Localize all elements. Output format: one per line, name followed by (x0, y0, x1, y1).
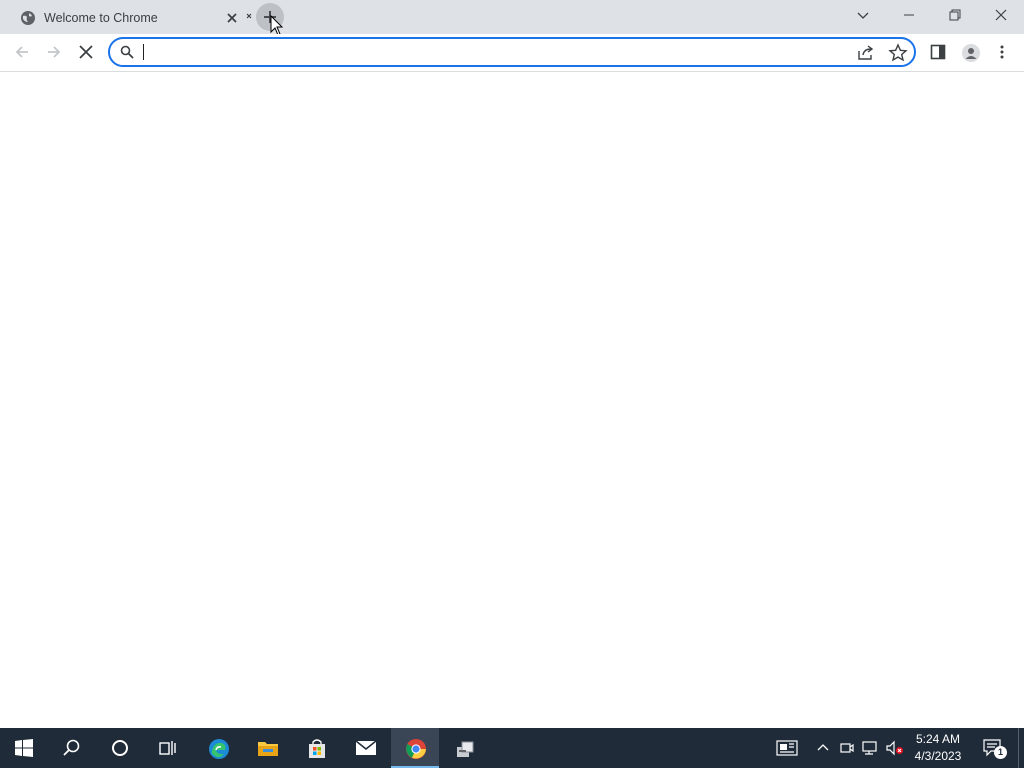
store-icon (309, 739, 325, 758)
folder-icon (258, 742, 278, 756)
tab-welcome[interactable]: Welcome to Chrome (8, 2, 248, 34)
star-icon[interactable] (888, 43, 908, 63)
windows-taskbar: 5:24 AM 4/3/2023 1 (0, 728, 1024, 768)
chevron-down-icon (857, 12, 869, 19)
search-icon (63, 739, 80, 756)
omnibox[interactable] (108, 37, 916, 67)
edge-taskbar-button[interactable] (194, 728, 242, 768)
close-icon[interactable] (246, 11, 252, 21)
chrome-taskbar-button[interactable] (391, 728, 439, 768)
show-desktop-button[interactable] (1018, 728, 1024, 768)
cortana-button[interactable] (96, 728, 144, 768)
chevron-up-icon[interactable] (816, 740, 834, 756)
cortana-icon (112, 740, 128, 756)
edge-icon (209, 739, 229, 759)
forward-button[interactable] (40, 38, 68, 66)
search-button[interactable] (48, 728, 96, 768)
tab-search-button[interactable] (840, 0, 886, 30)
arrow-right-icon (48, 46, 61, 58)
close-tab-icon[interactable] (224, 10, 240, 26)
share-icon[interactable] (856, 43, 876, 63)
clock-date: 4/3/2023 (914, 749, 962, 763)
minimize-button[interactable] (886, 0, 932, 30)
chrome-menu-button[interactable] (988, 38, 1016, 66)
stop-button[interactable] (72, 38, 100, 66)
back-button[interactable] (8, 38, 36, 66)
tab-title: Welcome to Chrome (44, 11, 158, 25)
task-view-icon (159, 741, 176, 755)
close-window-button[interactable] (978, 0, 1024, 30)
restore-button[interactable] (932, 0, 978, 30)
side-panel-icon (930, 44, 946, 60)
side-panel-button[interactable] (924, 38, 952, 66)
more-vert-icon (1000, 45, 1004, 59)
profile-button[interactable] (956, 38, 984, 66)
meet-now-icon[interactable] (839, 740, 857, 756)
browser-toolbar (0, 34, 1024, 72)
network-tool-button[interactable] (440, 728, 488, 768)
globe-icon (20, 10, 36, 26)
windows-logo-icon (15, 739, 33, 757)
minimize-icon (904, 14, 914, 16)
clock-time: 5:24 AM (915, 732, 961, 746)
action-center-button[interactable]: 1 (980, 728, 1010, 768)
close-icon (995, 9, 1007, 21)
task-view-button[interactable] (144, 728, 192, 768)
mail-icon (355, 740, 377, 755)
text-caret (143, 44, 144, 60)
arrow-left-icon (15, 46, 28, 58)
news-widget-icon[interactable] (776, 740, 798, 756)
store-button[interactable] (292, 728, 340, 768)
network-tool-icon (457, 741, 474, 757)
restore-icon (949, 9, 961, 21)
volume-muted-icon[interactable] (886, 740, 904, 756)
address-input[interactable] (142, 41, 742, 63)
chrome-icon (406, 739, 426, 759)
notification-badge: 1 (994, 746, 1007, 759)
clock[interactable]: 5:24 AM 4/3/2023 (908, 731, 968, 765)
mail-button[interactable] (341, 728, 389, 768)
tab-strip: Welcome to Chrome (0, 0, 1024, 36)
search-icon (120, 45, 134, 59)
stop-icon (79, 45, 93, 59)
page-content (0, 72, 1024, 728)
profile-icon (962, 44, 980, 62)
network-icon[interactable] (862, 740, 880, 756)
start-button[interactable] (0, 728, 48, 768)
file-explorer-button[interactable] (243, 728, 291, 768)
